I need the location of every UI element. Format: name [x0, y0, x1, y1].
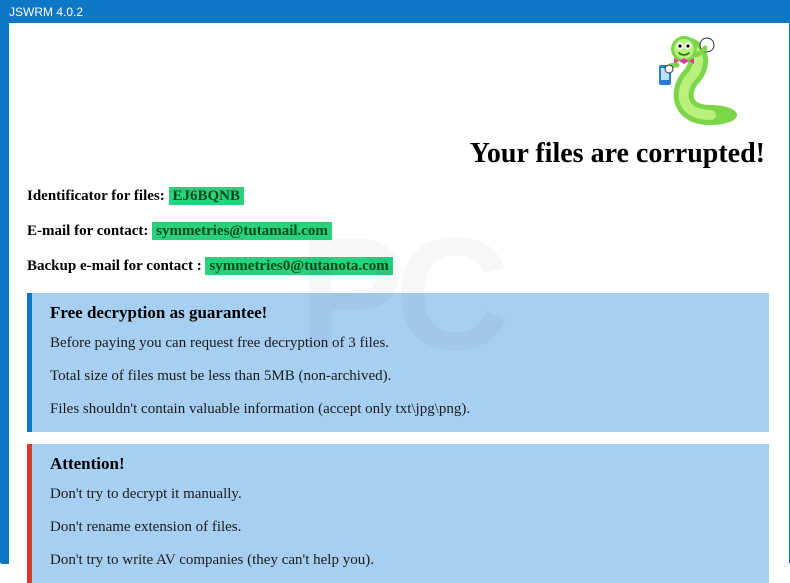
identificator-line: Identificator for files: EJ6BQNB: [27, 188, 769, 205]
attention-box: Attention! Don't try to decrypt it manua…: [27, 444, 769, 583]
attention-line: Don't try to write AV companies (they ca…: [50, 552, 751, 569]
backup-email-value: symmetries0@tutanota.com: [205, 257, 392, 275]
email-value: symmetries@tutamail.com: [152, 222, 332, 240]
email-label: E-mail for contact:: [27, 223, 152, 239]
attention-title: Attention!: [50, 454, 751, 474]
hero-row: [27, 33, 769, 130]
identificator-value: EJ6BQNB: [169, 187, 245, 205]
guarantee-box: Free decryption as guarantee! Before pay…: [27, 293, 769, 432]
backup-email-label: Backup e-mail for contact :: [27, 258, 205, 274]
identificator-label: Identificator for files:: [27, 188, 169, 204]
window-titlebar: JSWRM 4.0.2: [1, 1, 789, 23]
app-window: JSWRM 4.0.2 PC: [0, 0, 790, 563]
attention-line: Don't try to decrypt it manually.: [50, 486, 751, 503]
window-content: PC: [1, 23, 789, 564]
email-line: E-mail for contact: symmetries@tutamail.…: [27, 223, 769, 240]
attention-line: Don't rename extension of files.: [50, 519, 751, 536]
guarantee-title: Free decryption as guarantee!: [50, 303, 751, 323]
headline: Your files are corrupted!: [27, 138, 769, 170]
guarantee-line: Total size of files must be less than 5M…: [50, 368, 751, 385]
backup-email-line: Backup e-mail for contact : symmetries0@…: [27, 258, 769, 275]
guarantee-line: Before paying you can request free decry…: [50, 335, 751, 352]
window-title: JSWRM 4.0.2: [9, 5, 83, 19]
worm-mascot-icon: [629, 35, 739, 130]
guarantee-line: Files shouldn't contain valuable informa…: [50, 401, 751, 418]
